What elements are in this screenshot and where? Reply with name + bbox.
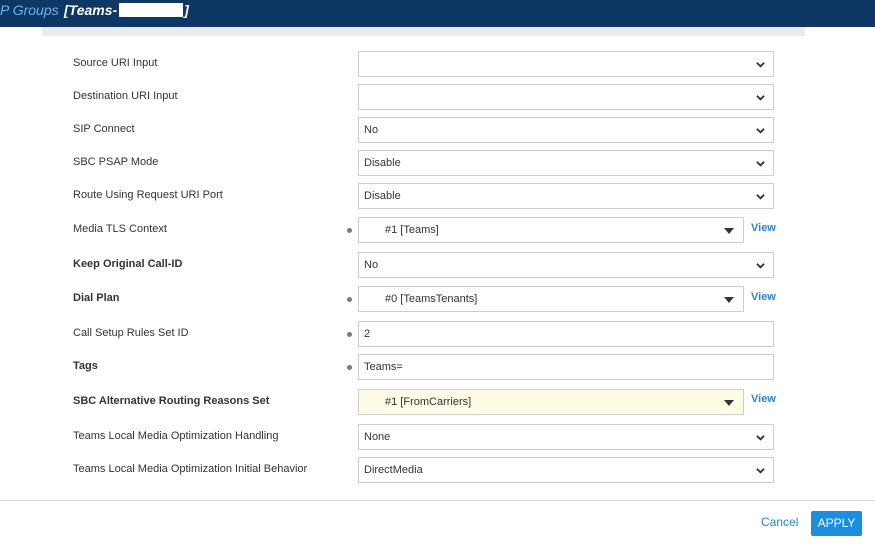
caret-down-icon bbox=[724, 297, 734, 303]
sip-connect-select[interactable]: No bbox=[358, 117, 774, 143]
field-label: Tags bbox=[73, 360, 98, 372]
select-value: #1 [Teams] bbox=[385, 224, 439, 236]
chevron-down-icon bbox=[756, 161, 765, 167]
chevron-down-icon bbox=[756, 95, 765, 101]
select-value: #1 [FromCarriers] bbox=[385, 396, 472, 408]
chevron-down-icon bbox=[756, 435, 765, 441]
row-route-using-request-uri-port: Route Using Request URI Port Disable bbox=[0, 183, 875, 209]
teams-lmo-initial-behavior-select[interactable]: DirectMedia bbox=[358, 457, 774, 483]
row-sbc-psap-mode: SBC PSAP Mode Disable bbox=[0, 150, 875, 176]
view-link[interactable]: View bbox=[751, 222, 776, 234]
field-label: Teams Local Media Optimization Initial B… bbox=[73, 463, 308, 475]
breadcrumb[interactable]: P Groups bbox=[0, 0, 59, 20]
apply-button[interactable]: APPLY bbox=[811, 511, 862, 536]
sbc-psap-mode-select[interactable]: Disable bbox=[358, 150, 774, 176]
keep-original-call-id-select[interactable]: No bbox=[358, 252, 774, 278]
select-value: #0 [TeamsTenants] bbox=[385, 293, 478, 305]
row-source-uri-input: Source URI Input bbox=[0, 51, 875, 77]
field-label: Dial Plan bbox=[73, 292, 120, 304]
bullet-dot bbox=[347, 365, 352, 370]
footer-divider bbox=[0, 500, 875, 501]
dial-plan-select[interactable]: #0 [TeamsTenants] bbox=[358, 286, 744, 312]
select-value: No bbox=[364, 259, 379, 271]
title-suffix: ] bbox=[184, 2, 189, 18]
chevron-down-icon bbox=[756, 263, 765, 269]
caret-down-icon bbox=[724, 400, 734, 406]
teams-lmo-handling-select[interactable]: None bbox=[358, 424, 774, 450]
page-title: [Teams-] bbox=[64, 0, 189, 20]
row-teams-lmo-initial-behavior: Teams Local Media Optimization Initial B… bbox=[0, 457, 875, 483]
destination-uri-input-select[interactable] bbox=[358, 84, 774, 110]
select-value: None bbox=[364, 431, 391, 443]
chevron-down-icon bbox=[756, 194, 765, 200]
field-label: SIP Connect bbox=[73, 123, 135, 135]
input-value: 2 bbox=[364, 328, 371, 340]
row-teams-lmo-handling: Teams Local Media Optimization Handling … bbox=[0, 424, 875, 450]
field-label: Keep Original Call-ID bbox=[73, 258, 183, 270]
redaction-mask bbox=[119, 3, 184, 17]
row-media-tls-context: Media TLS Context #1 [Teams] View bbox=[0, 217, 875, 243]
field-label: Call Setup Rules Set ID bbox=[73, 327, 189, 339]
select-value: DirectMedia bbox=[364, 464, 423, 476]
row-call-setup-rules-set-id: Call Setup Rules Set ID 2 bbox=[0, 321, 875, 347]
field-label: Source URI Input bbox=[73, 57, 158, 69]
view-link[interactable]: View bbox=[751, 393, 776, 405]
page-header: P Groups [Teams-] bbox=[0, 0, 875, 27]
bullet-dot bbox=[347, 228, 352, 233]
tags-input[interactable]: Teams= bbox=[358, 354, 774, 380]
row-destination-uri-input: Destination URI Input bbox=[0, 84, 875, 110]
field-label: Destination URI Input bbox=[73, 90, 178, 102]
chevron-down-icon bbox=[756, 468, 765, 474]
cancel-button[interactable]: Cancel bbox=[761, 515, 798, 529]
field-label: Teams Local Media Optimization Handling bbox=[73, 430, 279, 442]
title-prefix: [Teams- bbox=[64, 2, 118, 18]
view-link[interactable]: View bbox=[751, 291, 776, 303]
bullet-dot bbox=[347, 332, 352, 337]
select-value: Disable bbox=[364, 190, 401, 202]
field-label: Media TLS Context bbox=[73, 223, 167, 235]
select-value: Disable bbox=[364, 157, 401, 169]
route-using-request-uri-port-select[interactable]: Disable bbox=[358, 183, 774, 209]
caret-down-icon bbox=[724, 228, 734, 234]
sbc-alternative-routing-reasons-set-select[interactable]: #1 [FromCarriers] bbox=[358, 389, 744, 415]
row-sip-connect: SIP Connect No bbox=[0, 117, 875, 143]
section-top-strip bbox=[42, 27, 805, 36]
bullet-dot bbox=[347, 297, 352, 302]
media-tls-context-select[interactable]: #1 [Teams] bbox=[358, 217, 744, 243]
source-uri-input-select[interactable] bbox=[358, 51, 774, 77]
row-sbc-alternative-routing-reasons-set: SBC Alternative Routing Reasons Set #1 [… bbox=[0, 389, 875, 415]
row-keep-original-call-id: Keep Original Call-ID No bbox=[0, 252, 875, 278]
field-label: SBC PSAP Mode bbox=[73, 156, 159, 168]
field-label: SBC Alternative Routing Reasons Set bbox=[73, 395, 270, 407]
row-dial-plan: Dial Plan #0 [TeamsTenants] View bbox=[0, 286, 875, 312]
chevron-down-icon bbox=[756, 128, 765, 134]
input-value: Teams= bbox=[364, 361, 403, 373]
select-value: No bbox=[364, 124, 379, 136]
chevron-down-icon bbox=[756, 62, 765, 68]
field-label: Route Using Request URI Port bbox=[73, 189, 223, 201]
call-setup-rules-set-id-input[interactable]: 2 bbox=[358, 321, 774, 347]
row-tags: Tags Teams= bbox=[0, 354, 875, 380]
